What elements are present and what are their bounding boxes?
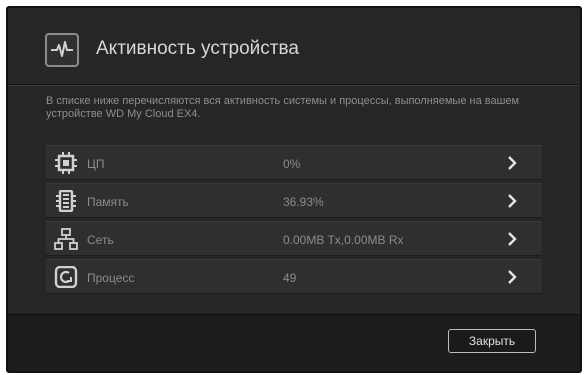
close-button[interactable]: Закрыть: [448, 329, 536, 353]
chevron-right-icon[interactable]: [507, 194, 517, 208]
memory-module-icon: [54, 189, 78, 213]
activity-pulse-icon: [45, 33, 79, 67]
row-label: Память: [87, 195, 129, 209]
process-icon: [54, 265, 78, 289]
row-value: 36.93%: [283, 195, 324, 209]
dialog-description: В списке ниже перечисляются вся активнос…: [46, 95, 520, 120]
cpu-chip-icon: [54, 152, 78, 174]
row-label: Сеть: [87, 233, 114, 247]
activity-list: ЦП 0% Память 36.93% Сеть 0.00MB Tx,0.00M…: [46, 145, 542, 297]
chevron-right-icon[interactable]: [507, 232, 517, 246]
dialog-title: Активность устройства: [96, 38, 299, 59]
row-value: 0.00MB Tx,0.00MB Rx: [283, 233, 404, 247]
device-activity-dialog: Активность устройства В списке ниже пере…: [6, 6, 582, 373]
chevron-right-icon[interactable]: [507, 270, 517, 284]
header-divider: [8, 84, 580, 85]
dialog-footer: Закрыть: [8, 314, 580, 371]
chevron-right-icon[interactable]: [507, 156, 517, 170]
activity-row-memory[interactable]: Память 36.93%: [46, 183, 542, 218]
row-value: 0%: [283, 157, 301, 171]
row-label: ЦП: [87, 157, 105, 171]
activity-row-cpu[interactable]: ЦП 0%: [46, 145, 542, 180]
page-background: Активность устройства В списке ниже пере…: [0, 0, 584, 375]
row-label: Процесс: [87, 271, 135, 285]
network-icon: [54, 228, 78, 250]
dialog-header: Активность устройства: [8, 8, 580, 86]
activity-row-network[interactable]: Сеть 0.00MB Tx,0.00MB Rx: [46, 221, 542, 256]
activity-row-process[interactable]: Процесс 49: [46, 259, 542, 294]
row-value: 49: [283, 271, 297, 285]
